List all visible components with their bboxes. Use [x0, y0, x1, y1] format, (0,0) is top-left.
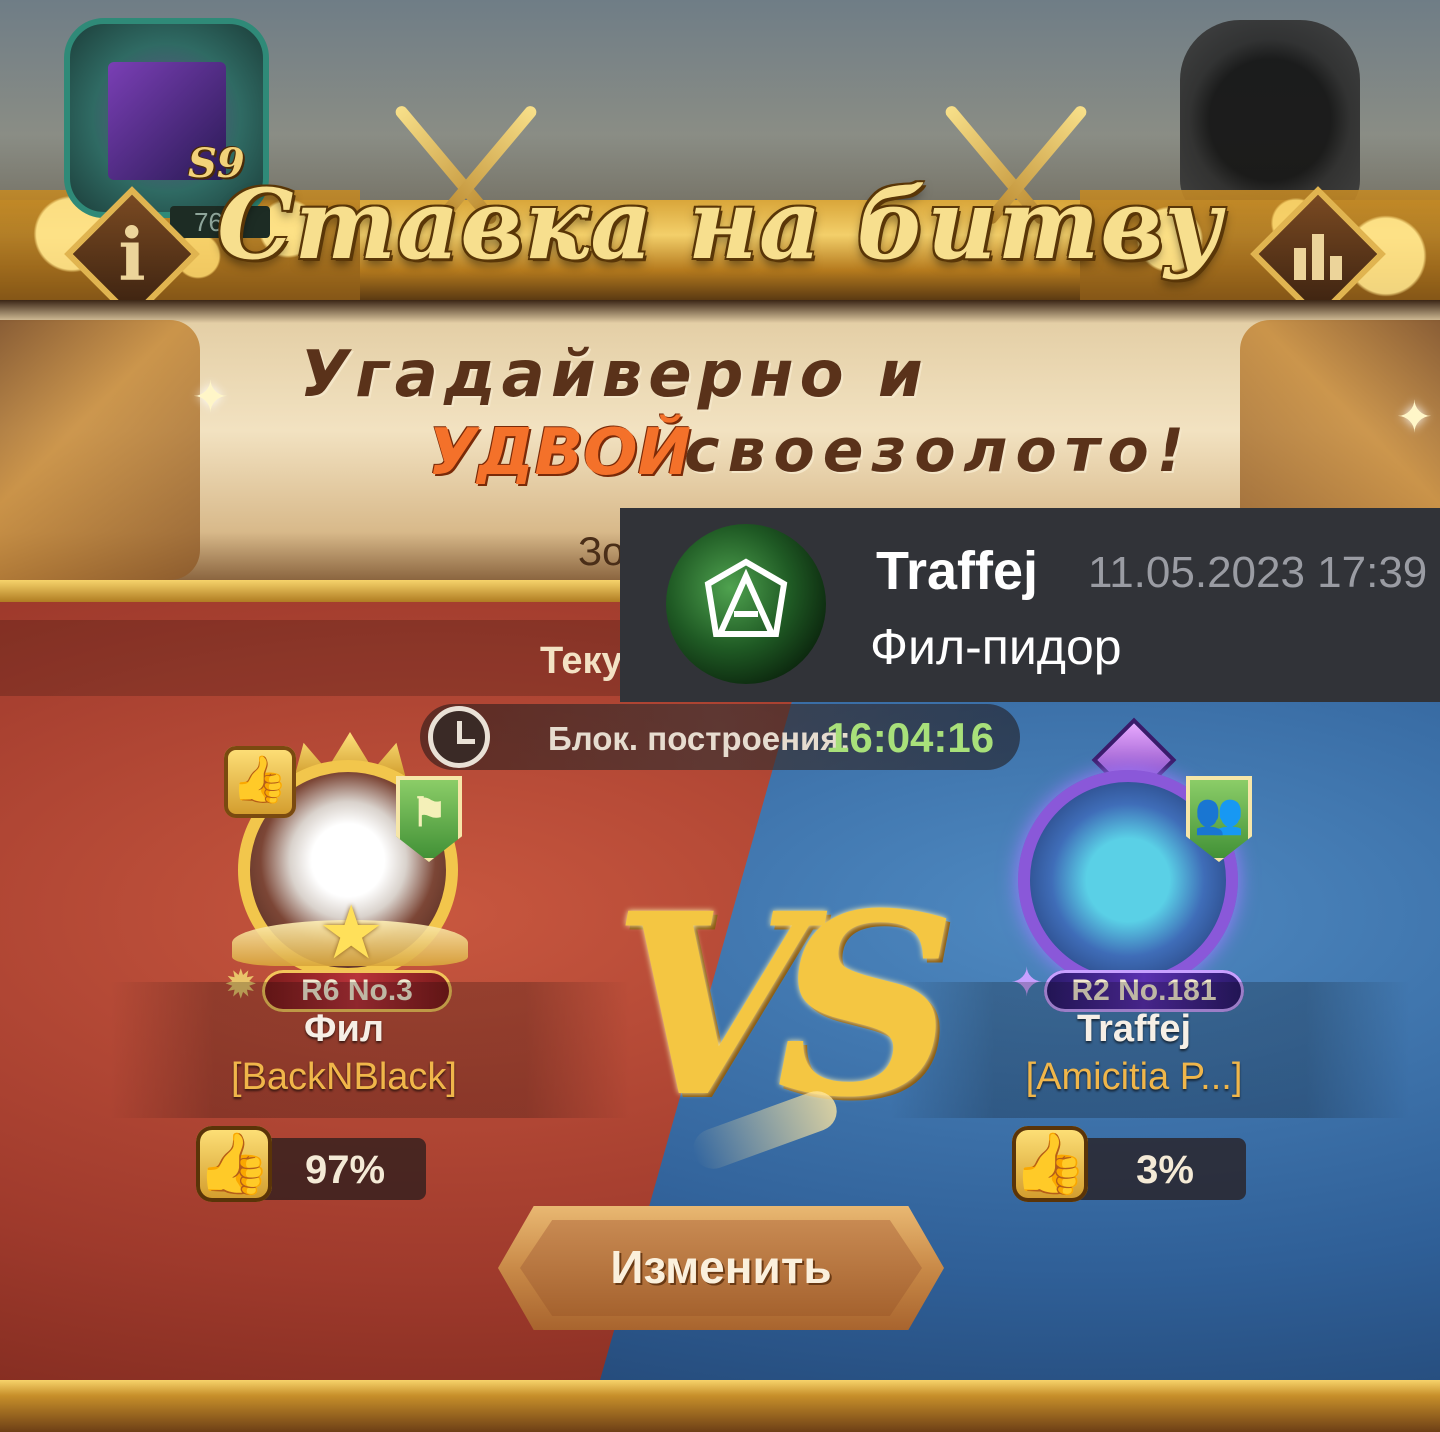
guild-logo-icon: [704, 558, 788, 637]
bar-chart-icon: [1270, 228, 1366, 289]
player-left-guild: [BackNBlack]: [231, 1056, 457, 1098]
chat-username[interactable]: Traffej: [876, 540, 1038, 602]
arena-trim-bottom: [0, 1380, 1440, 1432]
sparkle-icon: ✦: [192, 373, 229, 422]
player-right-vote-percent: 3%: [1136, 1148, 1194, 1192]
banner-line-2: своезолото!: [684, 416, 1193, 486]
info-icon: i: [118, 212, 146, 297]
chat-avatar[interactable]: [666, 524, 826, 684]
current-label-partial: Теку: [540, 640, 623, 682]
chat-message-text: Фил-пидор: [870, 619, 1122, 675]
vote-thumbs-up-icon[interactable]: 👍: [1012, 1126, 1088, 1202]
change-button-label: Изменить: [610, 1241, 832, 1293]
sparkle-icon: ✦: [1396, 393, 1433, 442]
player-left-vote-percent: 97%: [304, 1148, 386, 1192]
chat-timestamp: 11.05.2023 17:39: [1088, 548, 1428, 597]
chat-message: Traffej 11.05.2023 17:39 Фил-пидор: [620, 508, 1440, 702]
thumbs-up-icon: 👍: [224, 746, 296, 818]
treasure-chest-left: [0, 320, 200, 580]
banner-line-1: Угадайверно и: [300, 338, 929, 412]
timer-value: 16:04:16: [826, 714, 995, 761]
player-left-name: Фил: [304, 1008, 384, 1050]
banner-highlight: УДВОЙ: [428, 416, 692, 490]
player-right-name: Traffej: [1076, 1008, 1192, 1050]
clock-icon: [428, 706, 490, 768]
partial-label: Зо: [578, 530, 625, 574]
timer-label: Блок. построения:: [548, 720, 851, 757]
vs-emblem: VS: [612, 858, 956, 1152]
player-right-guild: [Amicitia P...]: [1025, 1056, 1243, 1098]
page-title: Ставка на битву: [217, 168, 1223, 281]
vote-thumbs-up-icon[interactable]: 👍: [196, 1126, 272, 1202]
star-icon: ★: [318, 891, 385, 974]
